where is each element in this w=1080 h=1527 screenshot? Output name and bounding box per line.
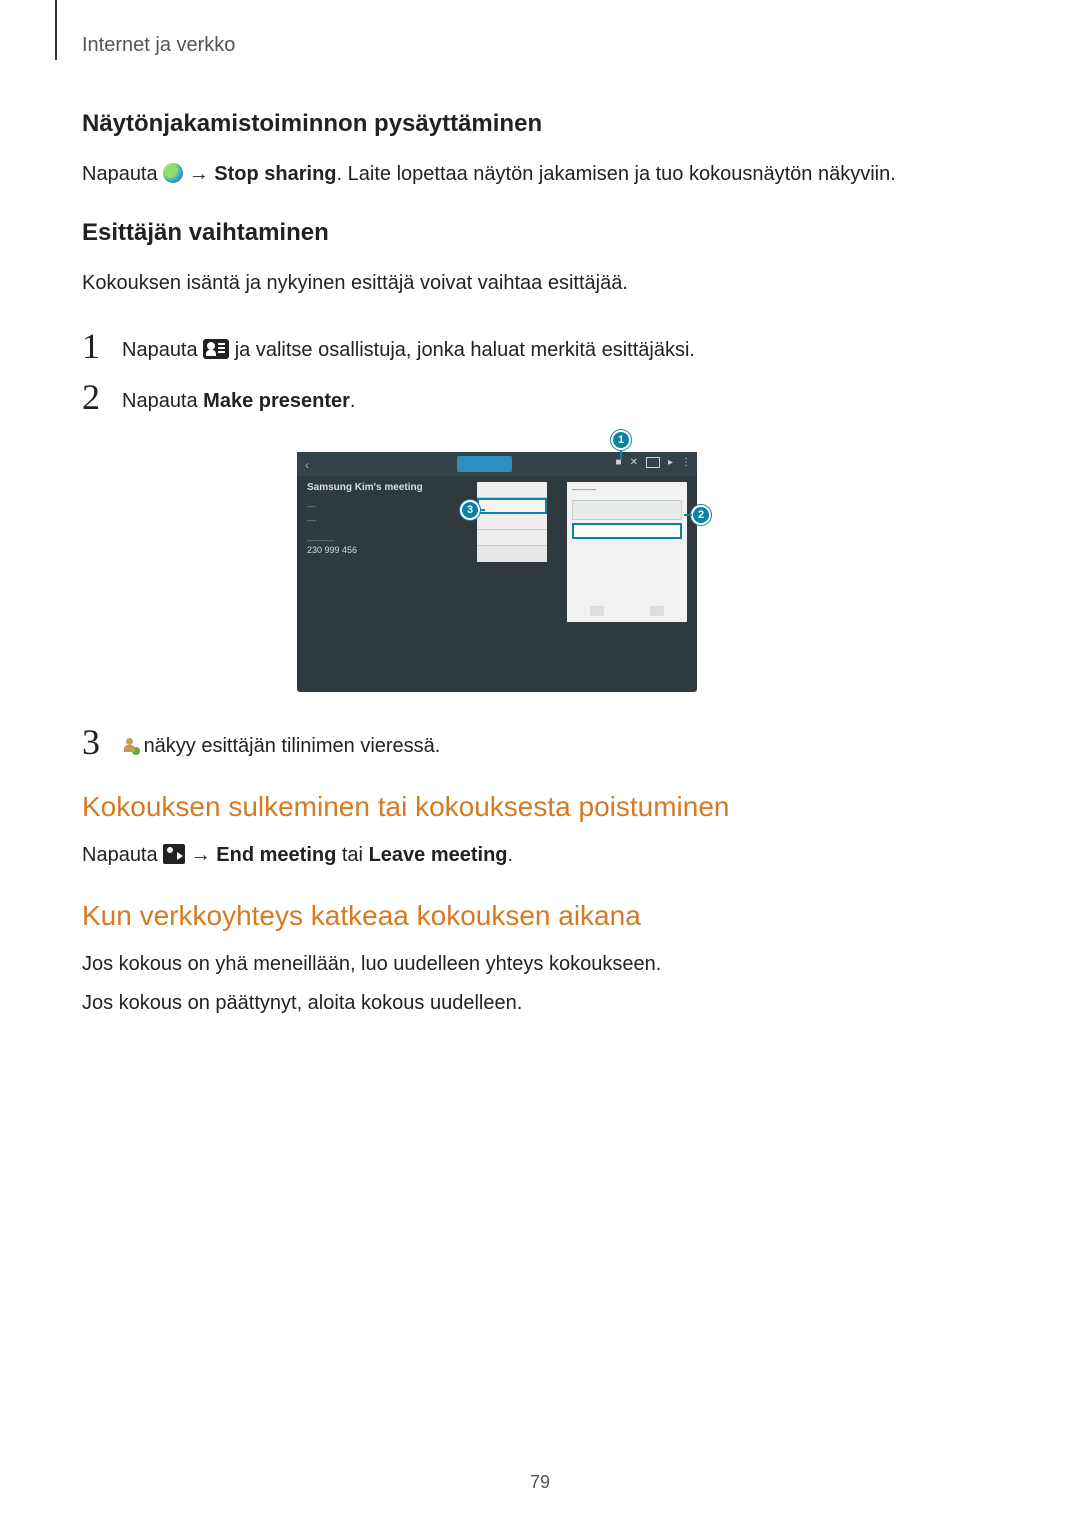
ss-blue-button: [457, 456, 512, 472]
chapter-header: Internet ja verkko: [82, 34, 235, 57]
step-1: 1 Napauta ja valitse osallistuja, jonka …: [82, 328, 912, 365]
share-icon: [163, 163, 183, 183]
step-number: 2: [82, 379, 122, 415]
para-change-presenter-intro: Kokouksen isäntä ja nykyinen esittäjä vo…: [82, 269, 912, 298]
panel-bottom-icons: [567, 606, 687, 616]
para-close-meeting: Napauta → End meeting tai Leave meeting.: [82, 841, 912, 870]
ss-sub: —: [307, 515, 423, 525]
callout-line: [620, 450, 622, 460]
menu-row: [477, 482, 547, 498]
text: Napauta: [122, 390, 203, 412]
panel-header: ———: [567, 482, 687, 497]
ss-right-panel: ———: [567, 482, 687, 622]
participants-toolbar-icon: [646, 457, 660, 468]
step-list-after-figure: 3 näkyy esittäjän tilinimen vieressä.: [82, 724, 912, 761]
arrow-text: →: [191, 844, 217, 866]
mic-icon: ✕: [630, 457, 638, 468]
participant-entry-highlight: [572, 523, 682, 539]
exit-toolbar-icon: ▸: [668, 457, 673, 468]
text: Napauta: [82, 163, 163, 185]
para-stop-sharing: Napauta → Stop sharing. Laite lopettaa n…: [82, 160, 912, 189]
participants-icon: [203, 339, 229, 359]
ss-toolbar-icons: ■ ✕ ▸ ⋮: [616, 457, 691, 468]
menu-row-highlight: [477, 498, 547, 514]
exit-icon: [163, 844, 185, 864]
step-3: 3 näkyy esittäjän tilinimen vieressä.: [82, 724, 912, 761]
bold-stop-sharing: Stop sharing: [214, 163, 336, 185]
bold-end-meeting: End meeting: [216, 844, 336, 866]
step-2: 2 Napauta Make presenter.: [82, 379, 912, 416]
ss-topbar: ‹ ■ ✕ ▸ ⋮: [297, 452, 697, 476]
step-number: 3: [82, 724, 122, 760]
text: tai: [336, 844, 368, 866]
ss-left-panel: Samsung Kim's meeting — — ——— 230 999 45…: [307, 482, 423, 555]
heading-close-meeting: Kokouksen sulkeminen tai kokouksesta poi…: [82, 791, 912, 823]
para-conn-2: Jos kokous on päättynyt, aloita kokous u…: [82, 989, 912, 1018]
side-rule: [55, 0, 57, 60]
menu-row: [477, 514, 547, 530]
callout-line: [480, 509, 485, 511]
screenshot-figure: ‹ ■ ✕ ▸ ⋮ Samsung Kim's meeting — — ——— …: [297, 430, 697, 694]
meeting-id: 230 999 456: [307, 545, 423, 555]
text: .: [508, 844, 514, 866]
step-number: 1: [82, 328, 122, 364]
heading-connection-lost: Kun verkkoyhteys katkeaa kokouksen aikan…: [82, 900, 912, 932]
menu-row: [477, 530, 547, 546]
step-list: 1 Napauta ja valitse osallistuja, jonka …: [82, 328, 912, 416]
heading-stop-sharing: Näytönjakamistoiminnon pysäyttäminen: [82, 110, 912, 138]
bold-leave-meeting: Leave meeting: [369, 844, 508, 866]
presenter-icon: [122, 738, 138, 754]
step-text: Napauta Make presenter.: [122, 379, 355, 416]
text: ja valitse osallistuja, jonka haluat mer…: [235, 339, 695, 361]
back-icon: ‹: [305, 458, 309, 472]
para-conn-1: Jos kokous on yhä meneillään, luo uudell…: [82, 950, 912, 979]
screenshot: ‹ ■ ✕ ▸ ⋮ Samsung Kim's meeting — — ——— …: [297, 452, 697, 692]
ss-sub: —: [307, 501, 423, 511]
callout-2: 2: [691, 505, 711, 525]
meeting-title: Samsung Kim's meeting: [307, 482, 423, 493]
text: Napauta: [82, 844, 163, 866]
heading-change-presenter: Esittäjän vaihtaminen: [82, 219, 912, 247]
text: Napauta: [122, 339, 203, 361]
ss-center-panel: [477, 482, 547, 562]
page-number: 79: [0, 1472, 1080, 1493]
callout-1: 1: [611, 430, 631, 450]
callout-line: [684, 514, 692, 516]
step-text: Napauta ja valitse osallistuja, jonka ha…: [122, 328, 695, 365]
more-icon: ⋮: [681, 457, 691, 468]
text: . Laite lopettaa näytön jakamisen ja tuo…: [337, 163, 896, 185]
page-content: Näytönjakamistoiminnon pysäyttäminen Nap…: [82, 110, 912, 1048]
arrow-text: →: [189, 163, 215, 185]
participant-entry: [572, 500, 682, 520]
bold-make-presenter: Make presenter: [203, 390, 350, 412]
text: näkyy esittäjän tilinimen vieressä.: [144, 735, 441, 757]
step-text: näkyy esittäjän tilinimen vieressä.: [122, 724, 440, 761]
ss-sub: ———: [307, 535, 423, 545]
callout-3: 3: [460, 500, 480, 520]
text: .: [350, 390, 356, 412]
